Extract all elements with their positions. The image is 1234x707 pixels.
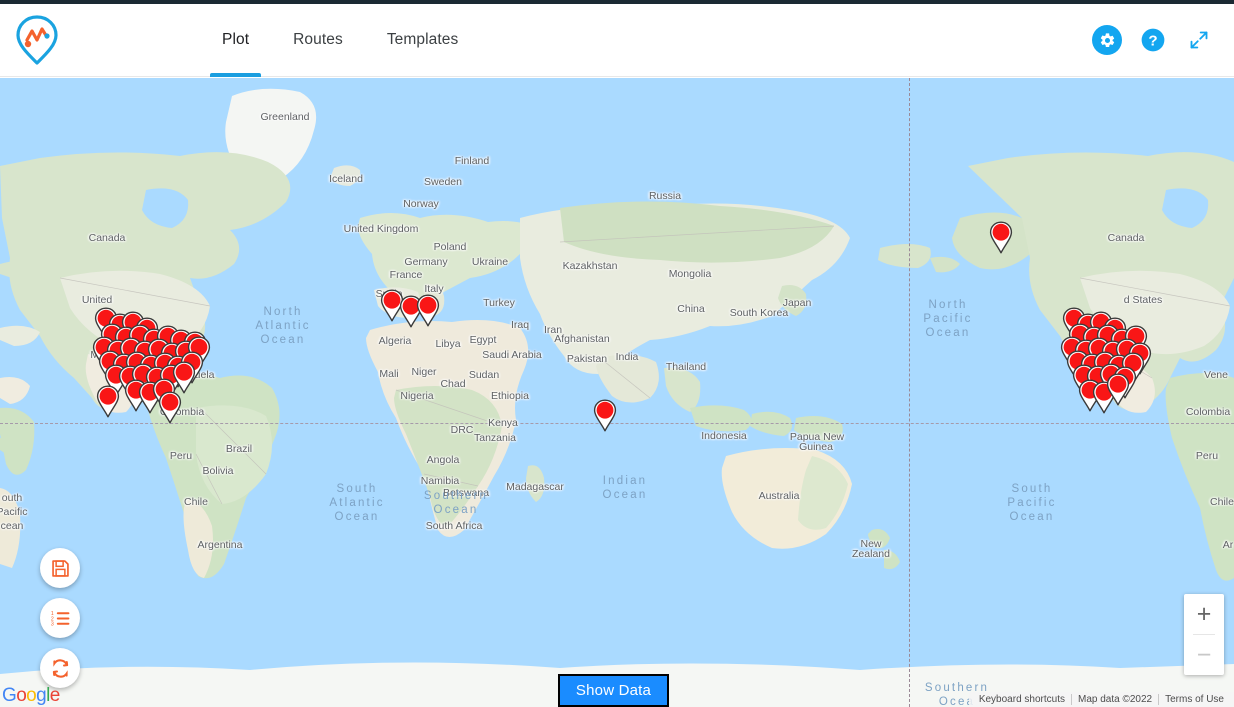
equator-line (0, 423, 1234, 424)
map-pin-icon (593, 399, 617, 432)
terms-of-use-link[interactable]: Terms of Use (1159, 694, 1230, 705)
ordered-list-icon: 123 (50, 611, 69, 627)
keyboard-shortcuts-link[interactable]: Keyboard shortcuts (973, 694, 1071, 705)
plus-icon: + (1196, 599, 1212, 628)
minus-icon: − (1196, 640, 1212, 669)
zoom-out-button[interactable]: − (1184, 635, 1224, 675)
settings-button[interactable] (1092, 25, 1122, 55)
map-pin[interactable] (158, 391, 182, 424)
map-viewport[interactable]: Greenland Iceland Finland Sweden Norway Canad… (0, 78, 1234, 707)
show-data-label: Show Data (575, 682, 652, 699)
map-pin-icon (416, 294, 440, 327)
refresh-button[interactable] (40, 648, 80, 688)
tab-templates-label: Templates (386, 31, 459, 48)
svg-text:?: ? (1148, 32, 1157, 49)
map-zoom-controls: + − (1184, 594, 1224, 675)
map-pin[interactable] (1106, 373, 1130, 406)
question-mark-icon: ? (1141, 28, 1165, 52)
google-letter-e: e (49, 685, 61, 706)
tab-plot-label: Plot (222, 31, 250, 48)
show-data-button[interactable]: Show Data (558, 674, 669, 707)
tab-plot[interactable]: Plot (200, 4, 271, 77)
zoom-in-button[interactable]: + (1184, 594, 1224, 634)
svg-text:3: 3 (50, 621, 53, 627)
app-root: Plot Routes Templates ? Greenland Icelan… (0, 0, 1234, 707)
map-pin-icon (96, 385, 120, 418)
fullscreen-button[interactable] (1184, 25, 1214, 55)
refresh-icon (52, 658, 68, 678)
gear-icon (1100, 32, 1114, 47)
main-nav: Plot Routes Templates (200, 4, 480, 77)
map-pin[interactable] (416, 294, 440, 327)
tab-templates[interactable]: Templates (365, 4, 481, 77)
map-pin-icon (989, 221, 1013, 254)
map-pin[interactable] (96, 385, 120, 418)
save-button[interactable] (40, 548, 80, 588)
expand-arrows-icon (1190, 31, 1208, 49)
map-pin-icon (1106, 373, 1130, 406)
map-pin[interactable] (989, 221, 1013, 254)
international-date-line (909, 78, 910, 707)
settings-circle (1092, 25, 1122, 55)
google-letter-g2: g (36, 685, 47, 706)
map-pin-icon (158, 391, 182, 424)
google-letter-o2: o (26, 685, 37, 706)
tab-routes[interactable]: Routes (271, 4, 365, 77)
app-header: Plot Routes Templates ? (0, 4, 1234, 77)
map-data-copyright: Map data ©2022 (1078, 694, 1153, 705)
header-actions: ? (1092, 25, 1234, 55)
tab-routes-label: Routes (293, 31, 343, 48)
help-button[interactable]: ? (1138, 25, 1168, 55)
floppy-disk-icon (51, 559, 69, 577)
app-logo[interactable] (4, 14, 70, 66)
google-watermark: Google (2, 685, 60, 707)
google-letter-o1: o (16, 685, 27, 706)
map-attribution: Keyboard shortcuts Map data ©2022 Terms … (968, 692, 1234, 707)
map-pin[interactable] (593, 399, 617, 432)
map-pin-wave-logo-icon (16, 15, 58, 65)
google-letter-g1: G (2, 685, 17, 706)
list-button[interactable]: 123 (40, 598, 80, 638)
map-action-buttons: 123 (40, 548, 80, 688)
